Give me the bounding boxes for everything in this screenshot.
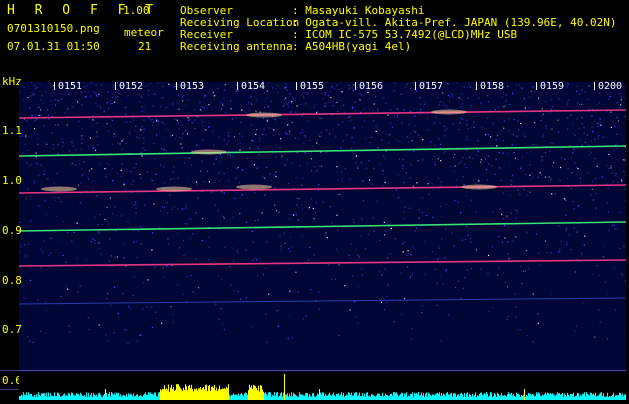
level-ref-tick	[0, 389, 19, 390]
time-tick-mark	[54, 82, 55, 90]
time-tick-mark	[115, 82, 116, 90]
carrier-line	[19, 110, 626, 118]
signal-level-panel	[19, 372, 626, 400]
time-tick-label: 0151	[57, 81, 83, 92]
antenna-label: Receiving antenna	[180, 41, 293, 53]
meteor-echo	[41, 187, 77, 192]
time-tick-mark	[415, 82, 416, 90]
antenna-value: : A504HB(yagi 4el)	[292, 41, 411, 53]
meteor-echo	[461, 185, 497, 190]
noise-speckle	[19, 82, 626, 344]
time-tick-mark	[355, 82, 356, 90]
time-tick-label: 0157	[418, 81, 444, 92]
carrier-line	[19, 260, 626, 266]
time-tick-label: 0159	[539, 81, 565, 92]
y-tick-label: 1.1	[2, 124, 22, 137]
meteor-label: meteor	[124, 27, 164, 39]
time-tick-label: 0153	[179, 81, 205, 92]
carrier-line	[19, 185, 626, 193]
y-tick-label: 0.7	[2, 323, 22, 336]
meteor-echo	[156, 187, 192, 192]
level-ref-tick	[0, 370, 19, 371]
carrier-line	[19, 146, 626, 156]
meteor-count: 21	[138, 41, 151, 53]
meteor-echo	[191, 150, 227, 155]
time-tick-label: 0155	[299, 81, 325, 92]
meteor-echo	[236, 185, 272, 190]
app-version: 1.00	[123, 4, 150, 17]
time-tick-label: 0200	[597, 81, 623, 92]
file-datetime: 07.01.31 01:50	[7, 41, 100, 53]
y-tick-label: 0.9	[2, 224, 22, 237]
time-tick-label: 0158	[479, 81, 505, 92]
level-ref-line	[19, 370, 626, 371]
time-tick-mark	[476, 82, 477, 90]
carrier-line	[19, 298, 626, 304]
spectrogram	[19, 82, 626, 372]
meteor-echo	[246, 113, 282, 118]
time-tick-label: 0152	[118, 81, 144, 92]
time-tick-mark	[296, 82, 297, 90]
time-tick-label: 0154	[240, 81, 266, 92]
file-name: 0701310150.png	[7, 23, 100, 35]
y-tick-label: 1.0	[2, 174, 22, 187]
time-tick-mark	[176, 82, 177, 90]
carrier-line	[19, 222, 626, 231]
y-tick-label: 0.8	[2, 274, 22, 287]
header-panel: H R O F F T 1.00 0701310150.png 07.01.31…	[0, 0, 629, 74]
time-tick-mark	[594, 82, 595, 90]
level-bars	[19, 374, 626, 400]
time-tick-label: 0156	[358, 81, 384, 92]
time-tick-mark	[536, 82, 537, 90]
time-tick-mark	[237, 82, 238, 90]
spectrogram-canvas	[19, 82, 626, 372]
signal-level-trace	[19, 372, 626, 400]
meteor-echo	[431, 110, 467, 115]
